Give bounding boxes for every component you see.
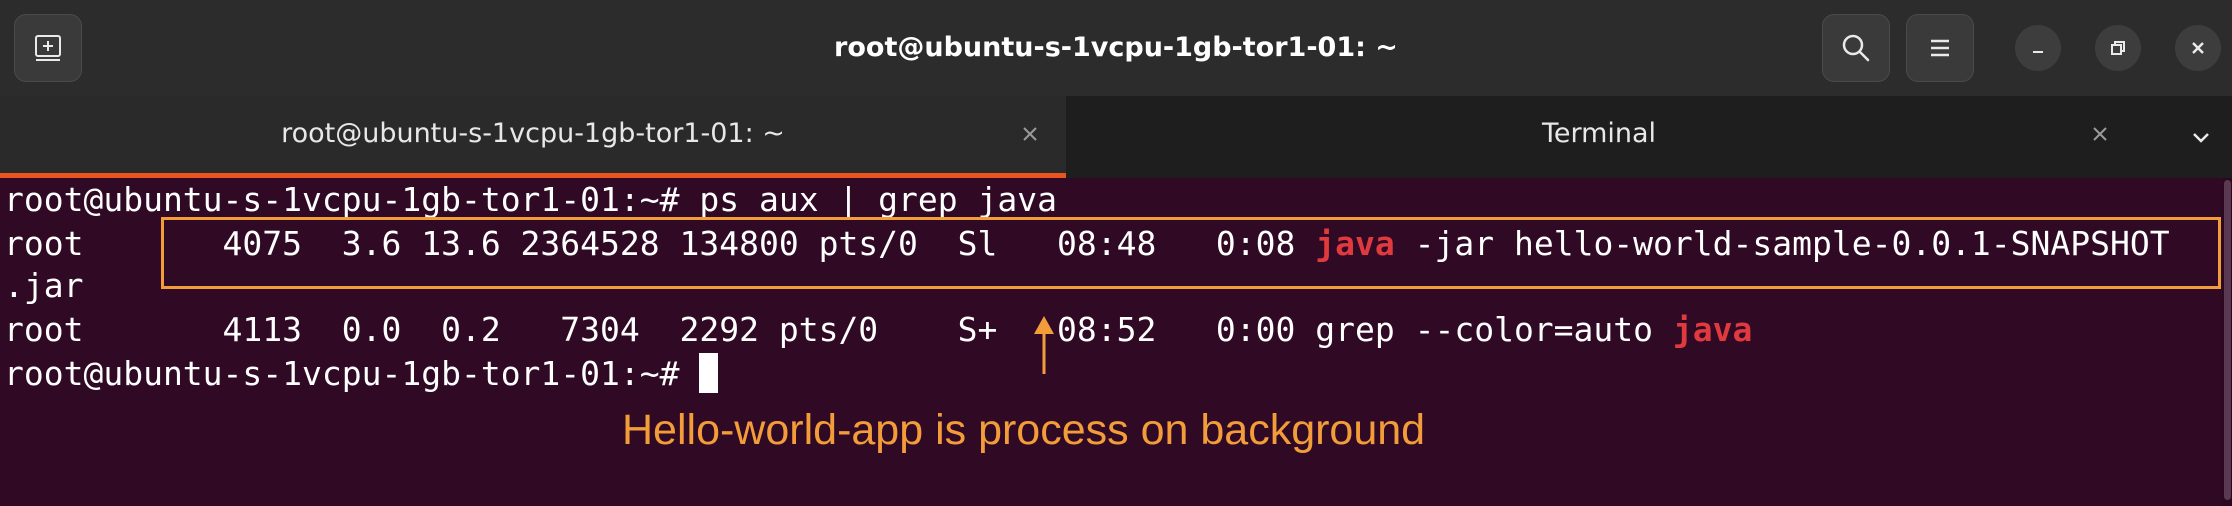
new-tab-icon xyxy=(35,35,61,61)
terminal-output[interactable]: root@ubuntu-s-1vcpu-1gb-tor1-01:~# ps au… xyxy=(0,178,2232,506)
tab-list-dropdown[interactable] xyxy=(2178,114,2224,160)
scrollbar[interactable] xyxy=(2222,178,2232,506)
menu-button[interactable] xyxy=(1906,14,1974,82)
close-icon xyxy=(2093,127,2107,141)
text-cursor xyxy=(699,353,719,393)
minimize-button[interactable] xyxy=(2015,25,2061,71)
shell-prompt: root@ubuntu-s-1vcpu-1gb-tor1-01:~# xyxy=(4,354,700,393)
maximize-button[interactable] xyxy=(2095,25,2141,71)
close-window-button[interactable] xyxy=(2175,25,2221,71)
restore-icon xyxy=(2111,41,2125,55)
tab-label: Terminal xyxy=(1541,118,1657,149)
prompt-line: root@ubuntu-s-1vcpu-1gb-tor1-01:~# xyxy=(4,352,719,396)
annotation-label: Hello-world-app is process on background xyxy=(622,406,1426,454)
new-tab-button[interactable] xyxy=(14,14,82,82)
process-row-grep: root 4113 0.0 0.2 7304 2292 pts/0 S+ 08:… xyxy=(4,308,1752,352)
tab-label: root@ubuntu-s-1vcpu-1gb-tor1-01: ~ xyxy=(281,118,785,149)
tab-ubuntu-root[interactable]: root@ubuntu-s-1vcpu-1gb-tor1-01: ~ xyxy=(0,96,1066,178)
scrollbar-thumb[interactable] xyxy=(2224,180,2231,500)
process-row-wrap: .jar xyxy=(4,266,84,305)
command-line: root@ubuntu-s-1vcpu-1gb-tor1-01:~# ps au… xyxy=(4,180,1057,219)
search-icon xyxy=(1842,34,1870,62)
close-icon xyxy=(2192,42,2204,54)
tab-terminal[interactable]: Terminal xyxy=(1066,96,2132,178)
tab-bar: root@ubuntu-s-1vcpu-1gb-tor1-01: ~ Termi… xyxy=(0,96,2232,178)
arrow-up-icon xyxy=(1034,316,1054,374)
hamburger-menu-icon xyxy=(1931,39,1949,57)
highlight-box xyxy=(161,217,2221,289)
search-button[interactable] xyxy=(1822,14,1890,82)
grep-match: java xyxy=(1672,310,1753,349)
title-bar: root@ubuntu-s-1vcpu-1gb-tor1-01: ~ xyxy=(0,0,2232,96)
process-fields: root 4113 0.0 0.2 7304 2292 pts/0 S+ 08:… xyxy=(4,310,1673,349)
tab-close-button[interactable] xyxy=(2076,110,2124,158)
close-icon xyxy=(1023,127,1037,141)
minimize-icon xyxy=(2033,51,2043,53)
tab-close-button[interactable] xyxy=(1006,110,1054,158)
chevron-down-icon xyxy=(2193,133,2209,143)
window-title: root@ubuntu-s-1vcpu-1gb-tor1-01: ~ xyxy=(834,32,1398,63)
